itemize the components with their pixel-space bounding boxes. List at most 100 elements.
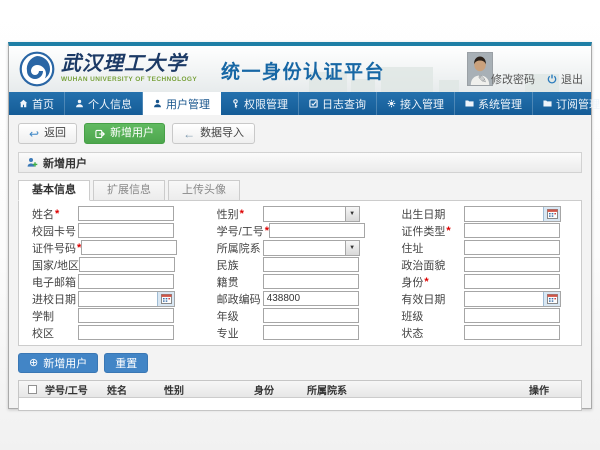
nav-item-subscribe-mgmt[interactable]: 订阅管理 — [533, 92, 600, 115]
reset-button[interactable]: 重置 — [104, 353, 148, 373]
field-label-wrap: 籍贯 — [208, 274, 263, 290]
add-user-toolbar-label: 新增用户 — [110, 128, 154, 139]
nav-item-label: 首页 — [32, 96, 54, 112]
logout-button[interactable]: 退出 — [547, 71, 583, 87]
form-field-birth-date: 出生日期 — [392, 205, 577, 222]
political-status-input[interactable] — [464, 257, 560, 272]
auth-platform-window: 武汉理工大学 WUHAN UNIVERSITY OF TECHNOLOGY 统一… — [8, 42, 592, 409]
import-arrow-icon: ← — [183, 128, 195, 140]
nav-item-system-mgmt[interactable]: 系统管理 — [455, 92, 533, 115]
tab-extended-info[interactable]: 扩展信息 — [93, 180, 165, 201]
campus-input[interactable] — [78, 325, 174, 340]
add-user-icon — [95, 129, 105, 139]
form-field-campus: 校区 — [23, 324, 208, 341]
required-asterisk: * — [240, 208, 244, 220]
select-value — [264, 241, 345, 255]
campus-card-input[interactable] — [78, 223, 174, 238]
nav-item-label: 订阅管理 — [556, 96, 600, 112]
valid-date-input[interactable] — [465, 292, 543, 306]
field-label-wrap: 邮政编码 — [208, 291, 263, 307]
field-label-wrap: 学号/工号* — [208, 223, 269, 239]
basic-info-panel: 姓名*性别*▼出生日期校园卡号学号/工号*证件类型*证件号码*所属院系▼住址国家… — [18, 200, 582, 346]
student-id-input[interactable] — [269, 223, 365, 238]
calendar-button[interactable] — [157, 292, 174, 306]
user-icon — [75, 99, 84, 108]
submit-add-user-button[interactable]: ⊕ 新增用户 — [18, 353, 98, 373]
form-field-status: 状态 — [392, 324, 577, 341]
data-import-label: 数据导入 — [200, 128, 244, 139]
folder-icon — [543, 99, 552, 108]
change-password-label: 修改密码 — [491, 71, 535, 87]
building-silhouette — [381, 67, 433, 92]
user-table-empty-body — [19, 398, 581, 410]
nav-item-log-query[interactable]: 日志查询 — [299, 92, 377, 115]
identity-input[interactable] — [464, 274, 560, 289]
nav-item-home[interactable]: 首页 — [9, 92, 65, 115]
field-label-wrap: 国家/地区 — [23, 257, 79, 273]
field-label: 有效日期 — [392, 291, 445, 307]
nav-item-user-mgmt[interactable]: 用户管理 — [143, 92, 221, 115]
field-label-wrap: 年级 — [208, 308, 263, 324]
form-field-identity: 身份* — [392, 273, 577, 290]
name-input[interactable] — [78, 206, 174, 221]
field-label-wrap: 校园卡号 — [23, 223, 78, 239]
nav-item-permission-mgmt[interactable]: 权限管理 — [221, 92, 299, 115]
back-button[interactable]: ↩ 返回 — [18, 123, 77, 144]
users-icon — [153, 99, 162, 108]
field-label: 出生日期 — [392, 206, 445, 222]
enroll-date-datepicker — [78, 291, 175, 307]
nav-item-access-mgmt[interactable]: 接入管理 — [377, 92, 455, 115]
add-user-toolbar-button[interactable]: 新增用户 — [84, 123, 165, 144]
change-password-button[interactable]: ✎ 修改密码 — [478, 71, 535, 87]
country-region-input[interactable] — [79, 257, 175, 272]
nav-item-profile[interactable]: 个人信息 — [65, 92, 143, 115]
enroll-date-input[interactable] — [79, 292, 157, 306]
valid-date-datepicker — [464, 291, 561, 307]
id-type-input[interactable] — [464, 223, 560, 238]
required-asterisk: * — [55, 208, 59, 220]
postal-code-input[interactable] — [263, 291, 359, 306]
form-actions: ⊕ 新增用户 重置 — [18, 353, 582, 373]
schooling-length-input[interactable] — [78, 308, 174, 323]
field-label: 电子邮箱 — [23, 274, 76, 290]
select-all-checkbox[interactable] — [28, 385, 37, 394]
field-label: 民族 — [208, 257, 239, 273]
page-title: 统一身份认证平台 — [221, 57, 385, 84]
field-label: 班级 — [392, 308, 423, 324]
required-asterisk: * — [424, 276, 428, 288]
section-header: 新增用户 — [18, 152, 582, 173]
form-field-enroll-date: 进校日期 — [23, 290, 208, 307]
field-label-wrap: 姓名* — [23, 206, 78, 222]
class-input[interactable] — [464, 308, 560, 323]
submit-add-user-label: 新增用户 — [43, 355, 87, 371]
field-label-wrap: 民族 — [208, 257, 263, 273]
gender-select[interactable]: ▼ — [263, 206, 360, 222]
ethnicity-input[interactable] — [263, 257, 359, 272]
form-field-schooling-length: 学制 — [23, 307, 208, 324]
user-table-header: 学号/工号姓名性别身份所属院系操作 — [19, 381, 581, 398]
field-label: 所属院系 — [208, 240, 261, 256]
grade-input[interactable] — [263, 308, 359, 323]
calendar-button[interactable] — [543, 207, 560, 221]
section-title: 新增用户 — [43, 155, 87, 171]
email-input[interactable] — [78, 274, 174, 289]
native-place-input[interactable] — [263, 274, 359, 289]
department-select[interactable]: ▼ — [263, 240, 360, 256]
form-field-id-number: 证件号码* — [23, 239, 208, 256]
address-input[interactable] — [464, 240, 560, 255]
tab-upload-avatar[interactable]: 上传头像 — [168, 180, 240, 201]
major-input[interactable] — [263, 325, 359, 340]
calendar-button[interactable] — [543, 292, 560, 306]
id-number-input[interactable] — [81, 240, 177, 255]
tab-basic-info[interactable]: 基本信息 — [18, 180, 90, 201]
form-field-email: 电子邮箱 — [23, 273, 208, 290]
col-header-department: 所属院系 — [307, 382, 529, 397]
university-name-block: 武汉理工大学 WUHAN UNIVERSITY OF TECHNOLOGY — [61, 52, 197, 83]
chevron-down-icon: ▼ — [345, 241, 359, 255]
field-label: 学制 — [23, 308, 54, 324]
field-label-wrap: 证件类型* — [392, 223, 464, 239]
data-import-button[interactable]: ← 数据导入 — [172, 123, 255, 144]
birth-date-input[interactable] — [465, 207, 543, 221]
status-input[interactable] — [464, 325, 560, 340]
plus-circle-icon: ⊕ — [29, 358, 38, 369]
